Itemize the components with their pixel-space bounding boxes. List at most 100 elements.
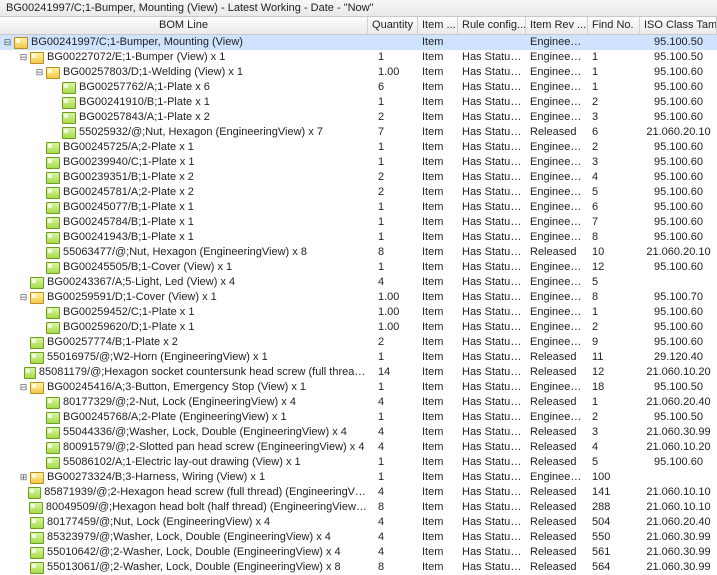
table-row[interactable]: 55063477/@;Nut, Hexagon (EngineeringView… — [0, 245, 717, 260]
bom-tree[interactable]: ⊟BG00241997/C;1-Bumper, Mounting (View) I… — [0, 35, 717, 575]
bom-cell[interactable]: 55025932/@;Nut, Hexagon (EngineeringView… — [0, 125, 368, 140]
col-header-rule[interactable]: Rule config... — [458, 17, 526, 34]
rev-cell: Engineeri... — [526, 65, 588, 80]
bom-cell[interactable]: BG00245505/B;1-Cover (View) x 1 — [0, 260, 368, 275]
table-row[interactable]: 85871939/@;2-Hexagon head screw (full th… — [0, 485, 717, 500]
table-row[interactable]: BG00245784/B;1-Plate x 11ItemHas Status(… — [0, 215, 717, 230]
collapse-icon[interactable]: ⊟ — [18, 292, 29, 303]
bom-cell[interactable]: 80177329/@;2-Nut, Lock (EngineeringView)… — [0, 395, 368, 410]
table-row[interactable]: 80177329/@;2-Nut, Lock (EngineeringView)… — [0, 395, 717, 410]
bom-cell[interactable]: ⊞BG00273324/B;3-Harness, Wiring (View) x… — [0, 470, 368, 485]
table-row[interactable]: 55010642/@;2-Washer, Lock, Double (Engin… — [0, 545, 717, 560]
table-row[interactable]: BG00239940/C;1-Plate x 11ItemHas Status(… — [0, 155, 717, 170]
bom-cell[interactable]: 80091579/@;2-Slotted pan head screw (Eng… — [0, 440, 368, 455]
bom-cell[interactable]: BG00243367/A;5-Light, Led (View) x 4 — [0, 275, 368, 290]
bom-cell[interactable]: 85871939/@;2-Hexagon head screw (full th… — [0, 485, 368, 500]
bom-cell[interactable]: BG00239940/C;1-Plate x 1 — [0, 155, 368, 170]
bom-cell[interactable]: BG00239351/B;1-Plate x 2 — [0, 170, 368, 185]
bom-cell[interactable]: BG00257843/A;1-Plate x 2 — [0, 110, 368, 125]
table-row[interactable]: 55013061/@;2-Washer, Lock, Double (Engin… — [0, 560, 717, 575]
bom-cell[interactable]: ⊟BG00227072/E;1-Bumper (View) x 1 — [0, 50, 368, 65]
table-row[interactable]: 80049509/@;Hexagon head bolt (half threa… — [0, 500, 717, 515]
table-row[interactable]: BG00257774/B;1-Plate x 22ItemHas Status(… — [0, 335, 717, 350]
table-row[interactable]: ⊞BG00273324/B;3-Harness, Wiring (View) x… — [0, 470, 717, 485]
col-header-item[interactable]: Item ... — [418, 17, 458, 34]
col-header-qty[interactable]: Quantity — [368, 17, 418, 34]
table-row[interactable]: BG00245505/B;1-Cover (View) x 11ItemHas … — [0, 260, 717, 275]
iso-cell: 95.100.60 — [640, 170, 717, 185]
table-row[interactable]: 80091579/@;2-Slotted pan head screw (Eng… — [0, 440, 717, 455]
findno-cell: 550 — [588, 530, 640, 545]
bom-cell[interactable]: 55010642/@;2-Washer, Lock, Double (Engin… — [0, 545, 368, 560]
bom-cell[interactable]: ⊟BG00259591/D;1-Cover (View) x 1 — [0, 290, 368, 305]
bom-cell[interactable]: BG00259620/D;1-Plate x 1 — [0, 320, 368, 335]
bom-cell[interactable]: 55044336/@;Washer, Lock, Double (Enginee… — [0, 425, 368, 440]
bom-cell[interactable]: BG00257774/B;1-Plate x 2 — [0, 335, 368, 350]
bom-cell[interactable]: BG00245784/B;1-Plate x 1 — [0, 215, 368, 230]
col-header-rev[interactable]: Item Rev ... — [526, 17, 588, 34]
itemtype-cell: Item — [418, 185, 458, 200]
bom-cell[interactable]: ⊟BG00257803/D;1-Welding (View) x 1 — [0, 65, 368, 80]
table-row[interactable]: BG00239351/B;1-Plate x 22ItemHas Status(… — [0, 170, 717, 185]
bom-cell[interactable]: BG00245781/A;2-Plate x 2 — [0, 185, 368, 200]
bom-cell[interactable]: 55086102/A;1-Electric lay-out drawing (V… — [0, 455, 368, 470]
bom-cell[interactable]: BG00257762/A;1-Plate x 6 — [0, 80, 368, 95]
table-row[interactable]: 55025932/@;Nut, Hexagon (EngineeringView… — [0, 125, 717, 140]
bom-cell[interactable]: 85323979/@;Washer, Lock, Double (Enginee… — [0, 530, 368, 545]
iso-cell — [640, 275, 717, 290]
table-row[interactable]: BG00245725/A;2-Plate x 11ItemHas Status(… — [0, 140, 717, 155]
collapse-icon[interactable]: ⊟ — [18, 52, 29, 63]
bom-cell[interactable]: 55063477/@;Nut, Hexagon (EngineeringView… — [0, 245, 368, 260]
tree-indent — [2, 57, 18, 58]
table-row[interactable]: BG00259452/C;1-Plate x 11.00ItemHas Stat… — [0, 305, 717, 320]
bom-cell[interactable]: BG00259452/C;1-Plate x 1 — [0, 305, 368, 320]
table-row[interactable]: ⊟BG00245416/A;3-Button, Emergency Stop (… — [0, 380, 717, 395]
table-row[interactable]: 55086102/A;1-Electric lay-out drawing (V… — [0, 455, 717, 470]
bom-label: BG00239940/C;1-Plate x 1 — [63, 155, 368, 170]
col-header-find[interactable]: Find No. — [588, 17, 640, 34]
table-row[interactable]: BG00245077/B;1-Plate x 11ItemHas Status(… — [0, 200, 717, 215]
table-row[interactable]: BG00257762/A;1-Plate x 66ItemHas Status(… — [0, 80, 717, 95]
bom-cell[interactable]: BG00245725/A;2-Plate x 1 — [0, 140, 368, 155]
col-header-bom[interactable]: BOM Line — [0, 17, 368, 34]
twisty-spacer — [34, 247, 45, 258]
collapse-icon[interactable]: ⊟ — [2, 37, 13, 48]
table-row[interactable]: ⊟BG00241997/C;1-Bumper, Mounting (View)I… — [0, 35, 717, 50]
bom-cell[interactable]: 80177459/@;Nut, Lock (EngineeringView) x… — [0, 515, 368, 530]
table-row[interactable]: BG00243367/A;5-Light, Led (View) x 44Ite… — [0, 275, 717, 290]
table-row[interactable]: 85081179/@;Hexagon socket countersunk he… — [0, 365, 717, 380]
table-row[interactable]: 55044336/@;Washer, Lock, Double (Enginee… — [0, 425, 717, 440]
collapse-icon[interactable]: ⊟ — [18, 382, 29, 393]
findno-cell: 8 — [588, 290, 640, 305]
table-row[interactable]: BG00241943/B;1-Plate x 11ItemHas Status(… — [0, 230, 717, 245]
bom-cell[interactable]: 55016975/@;W2-Horn (EngineeringView) x 1 — [0, 350, 368, 365]
table-row[interactable]: ⊟BG00227072/E;1-Bumper (View) x 11ItemHa… — [0, 50, 717, 65]
table-row[interactable]: 85323979/@;Washer, Lock, Double (Enginee… — [0, 530, 717, 545]
collapse-icon[interactable]: ⊟ — [34, 67, 45, 78]
bom-cell[interactable]: 80049509/@;Hexagon head bolt (half threa… — [0, 500, 368, 515]
table-row[interactable]: BG00245781/A;2-Plate x 22ItemHas Status(… — [0, 185, 717, 200]
table-row[interactable]: BG00241910/B;1-Plate x 11ItemHas Status(… — [0, 95, 717, 110]
table-row[interactable]: 55016975/@;W2-Horn (EngineeringView) x 1… — [0, 350, 717, 365]
itemtype-cell: Item — [418, 545, 458, 560]
bom-cell[interactable]: ⊟BG00241997/C;1-Bumper, Mounting (View) — [0, 35, 368, 50]
bom-cell[interactable]: BG00241910/B;1-Plate x 1 — [0, 95, 368, 110]
bom-cell[interactable]: BG00245768/A;2-Plate (EngineeringView) x… — [0, 410, 368, 425]
table-row[interactable]: BG00259620/D;1-Plate x 11.00ItemHas Stat… — [0, 320, 717, 335]
bom-cell[interactable]: BG00245077/B;1-Plate x 1 — [0, 200, 368, 215]
bom-cell[interactable]: ⊟BG00245416/A;3-Button, Emergency Stop (… — [0, 380, 368, 395]
expand-icon[interactable]: ⊞ — [18, 472, 29, 483]
table-row[interactable]: BG00257843/A;1-Plate x 22ItemHas Status(… — [0, 110, 717, 125]
bom-cell[interactable]: 55013061/@;2-Washer, Lock, Double (Engin… — [0, 560, 368, 575]
col-header-iso[interactable]: ISO Class Tampere — [640, 17, 717, 34]
bom-cell[interactable]: BG00241943/B;1-Plate x 1 — [0, 230, 368, 245]
itemtype-cell: Item — [418, 110, 458, 125]
table-row[interactable]: ⊟BG00259591/D;1-Cover (View) x 11.00Item… — [0, 290, 717, 305]
bom-cell[interactable]: 85081179/@;Hexagon socket countersunk he… — [0, 365, 368, 380]
table-row[interactable]: ⊟BG00257803/D;1-Welding (View) x 11.00It… — [0, 65, 717, 80]
rule-cell: Has Status(... — [458, 215, 526, 230]
tree-indent — [2, 432, 34, 433]
table-row[interactable]: 80177459/@;Nut, Lock (EngineeringView) x… — [0, 515, 717, 530]
table-row[interactable]: BG00245768/A;2-Plate (EngineeringView) x… — [0, 410, 717, 425]
window-title: BG00241997/C;1-Bumper, Mounting (View) -… — [0, 0, 717, 17]
